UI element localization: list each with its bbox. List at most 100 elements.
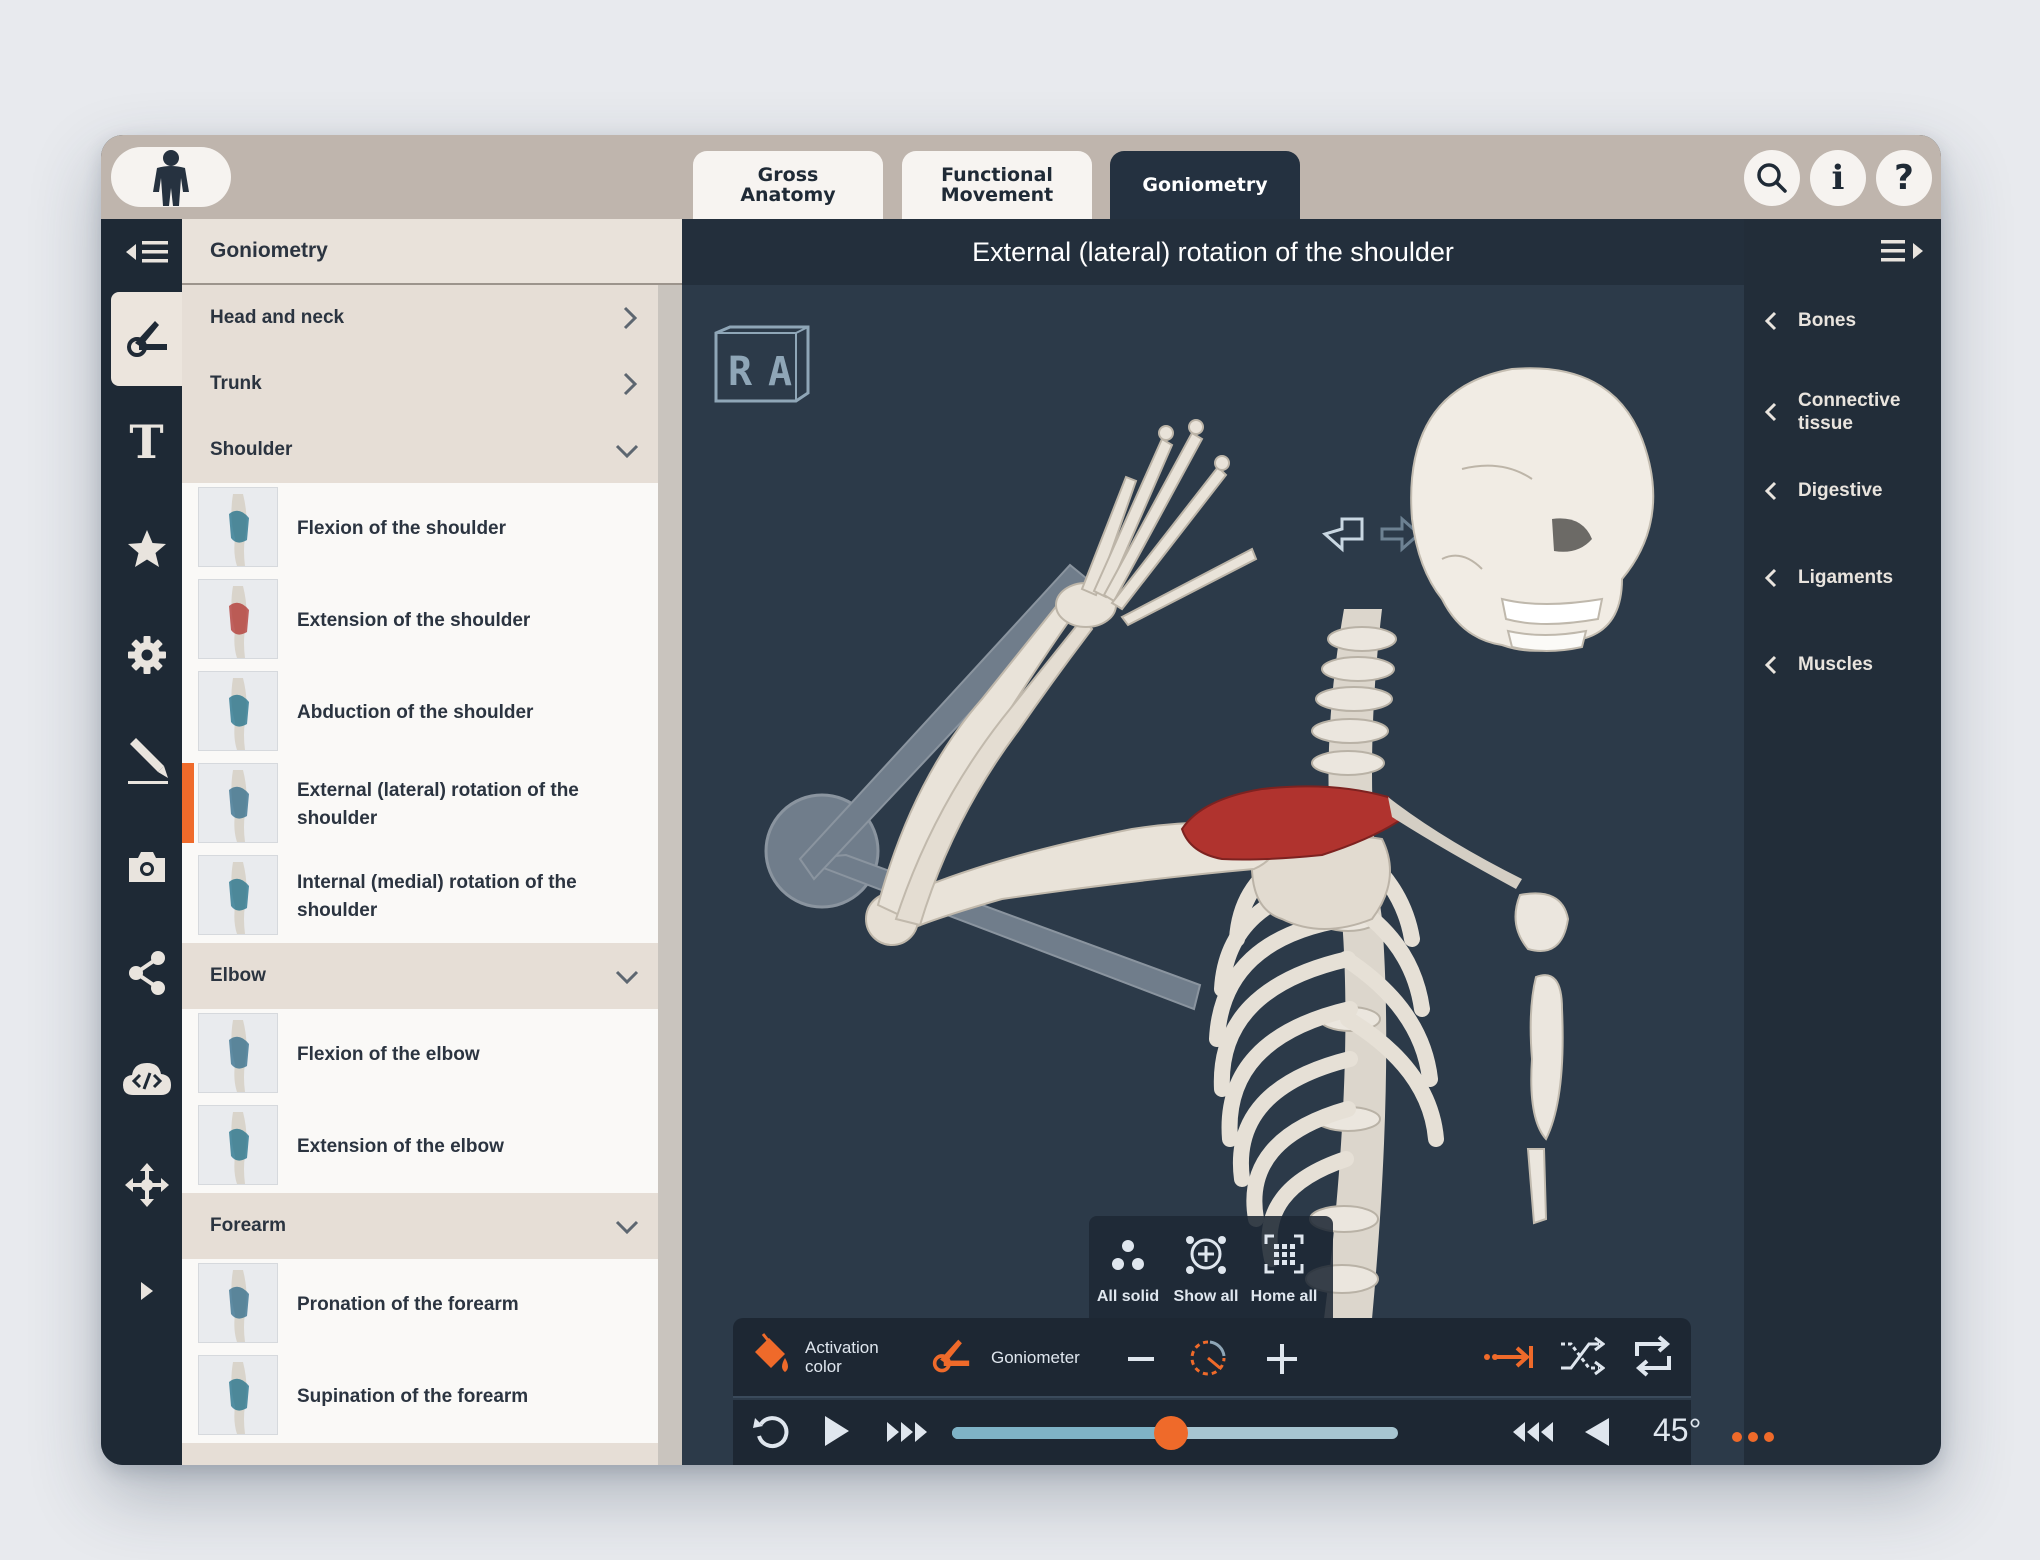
section-header <box>182 1443 658 1465</box>
system-item[interactable]: Muscles <box>1764 653 1934 676</box>
visibility-toolbar: All solid Show all Home all <box>1089 1216 1333 1318</box>
angle-dial[interactable] <box>1186 1336 1230 1384</box>
list-item[interactable]: Pronation of the forearm <box>182 1259 658 1351</box>
system-item[interactable]: Digestive <box>1764 479 1934 502</box>
more-icon <box>1732 1432 1774 1442</box>
favorites-button[interactable] <box>111 502 182 596</box>
exercise-thumbnail <box>198 855 278 935</box>
section-header[interactable]: Elbow <box>182 943 658 1009</box>
text-tool-button[interactable]: T <box>111 395 182 489</box>
exercise-thumbnail <box>198 1105 278 1185</box>
increase-angle-button[interactable] <box>1265 1342 1299 1380</box>
settings-button[interactable] <box>111 608 182 702</box>
chevron-left-icon <box>1764 402 1777 422</box>
goniometer-icon <box>126 321 167 357</box>
system-item[interactable]: Ligaments <box>1764 566 1934 589</box>
move-icon <box>124 1163 169 1207</box>
collapse-systems-button[interactable] <box>1881 237 1925 269</box>
star-icon <box>127 530 166 567</box>
section-header[interactable]: Shoulder <box>182 417 658 483</box>
all-solid-button[interactable]: All solid <box>1089 1216 1167 1318</box>
sternum <box>1514 892 1570 1225</box>
chevron-right-icon <box>623 372 638 396</box>
list-item[interactable]: Extension of the elbow <box>182 1101 658 1193</box>
section-label: Shoulder <box>210 439 293 460</box>
undo-view-icon[interactable] <box>1321 517 1364 553</box>
hand-bones <box>1055 419 1258 628</box>
expand-panel-button[interactable] <box>111 1244 182 1338</box>
list-item[interactable]: Internal (medial) rotation of the should… <box>182 851 658 943</box>
goniometer-toggle-button[interactable] <box>931 1336 971 1380</box>
list-item[interactable]: External (lateral) rotation of the shoul… <box>182 759 658 851</box>
help-button[interactable]: ? <box>1876 150 1932 206</box>
exercise-list[interactable]: Head and neck Trunk Shoulder Flexion of the… <box>182 285 658 1465</box>
activation-color-label[interactable]: Activation color <box>805 1338 879 1376</box>
section-header[interactable]: Head and neck <box>182 285 658 351</box>
orientation-cube-icon[interactable]: R A <box>714 325 810 403</box>
list-item[interactable]: Abduction of the shoulder <box>182 667 658 759</box>
rewind-button[interactable] <box>1511 1420 1555 1448</box>
step-back-icon <box>1585 1418 1609 1446</box>
tab-gross-anatomy[interactable]: Gross Anatomy <box>693 151 883 219</box>
skull <box>1410 367 1655 652</box>
loop-icon <box>1635 1335 1671 1377</box>
tab-goniometry[interactable]: Goniometry <box>1110 151 1300 219</box>
list-scrollbar[interactable] <box>658 285 682 1465</box>
share-button[interactable] <box>111 926 182 1020</box>
expand-icon <box>140 1282 153 1300</box>
slider-knob[interactable] <box>1153 1416 1188 1450</box>
home-button[interactable] <box>111 147 231 207</box>
decrease-angle-button[interactable] <box>1126 1344 1156 1378</box>
loop-button[interactable] <box>1629 1334 1677 1382</box>
cloud-code-icon <box>122 1063 171 1095</box>
system-item[interactable]: Bones <box>1764 309 1934 332</box>
step-back-button[interactable] <box>1583 1416 1611 1452</box>
list-item-label: Pronation of the forearm <box>297 1294 519 1315</box>
home-all-label: Home all <box>1250 1288 1318 1305</box>
list-item[interactable]: Flexion of the elbow <box>182 1009 658 1101</box>
top-bar: Gross Anatomy Functional Movement Goniom… <box>101 135 1941 219</box>
play-button[interactable] <box>821 1414 851 1452</box>
exercise-thumbnail <box>198 579 278 659</box>
system-item[interactable]: Connective tissue <box>1764 389 1934 435</box>
collapse-menu-icon <box>1881 240 1923 262</box>
section-header[interactable]: Forearm <box>182 1193 658 1259</box>
activation-color-button[interactable] <box>751 1332 791 1380</box>
list-item[interactable]: Supination of the forearm <box>182 1351 658 1443</box>
system-label: Digestive <box>1798 480 1883 501</box>
home-all-button[interactable]: Home all <box>1245 1216 1323 1318</box>
goniometer-label[interactable]: Goniometer <box>991 1348 1080 1367</box>
list-item[interactable]: Flexion of the shoulder <box>182 483 658 575</box>
embed-button[interactable] <box>111 1032 182 1126</box>
fast-forward-button[interactable] <box>885 1420 929 1448</box>
move-button[interactable] <box>111 1138 182 1232</box>
system-label: Ligaments <box>1798 567 1894 588</box>
draw-button[interactable] <box>111 714 182 808</box>
shuffle-button[interactable] <box>1557 1334 1606 1382</box>
info-button[interactable]: i <box>1810 150 1866 206</box>
collapse-menu-button[interactable] <box>111 219 182 285</box>
search-button[interactable] <box>1744 150 1800 206</box>
snapshot-button[interactable] <box>111 820 182 914</box>
exercise-thumbnail <box>198 1263 278 1343</box>
chevron-right-icon <box>623 306 638 330</box>
tab-functional-movement[interactable]: Functional Movement <box>902 151 1092 219</box>
shuffle-icon <box>1561 1336 1606 1376</box>
play-icon <box>825 1416 849 1446</box>
section-label: Elbow <box>210 965 266 986</box>
system-label: Bones <box>1798 310 1857 331</box>
replay-button[interactable] <box>751 1412 791 1456</box>
replay-icon <box>753 1416 789 1449</box>
jump-to-end-button[interactable] <box>1483 1340 1535 1378</box>
list-item[interactable]: Extension of the shoulder <box>182 575 658 667</box>
goniometer-overlay[interactable] <box>764 563 1202 1011</box>
arrow-to-end-icon <box>1484 1346 1533 1368</box>
show-all-button[interactable]: Show all <box>1167 1216 1245 1318</box>
more-options-button[interactable] <box>1731 1428 1775 1447</box>
animation-options-bar: Activation color Goniometer <box>733 1318 1691 1398</box>
section-header[interactable]: Trunk <box>182 351 658 417</box>
list-item-label: Extension of the elbow <box>297 1136 504 1157</box>
goniometry-tool-button[interactable] <box>111 292 182 386</box>
angle-readout: 45° <box>1653 1412 1702 1448</box>
home-all-icon <box>1264 1234 1304 1274</box>
